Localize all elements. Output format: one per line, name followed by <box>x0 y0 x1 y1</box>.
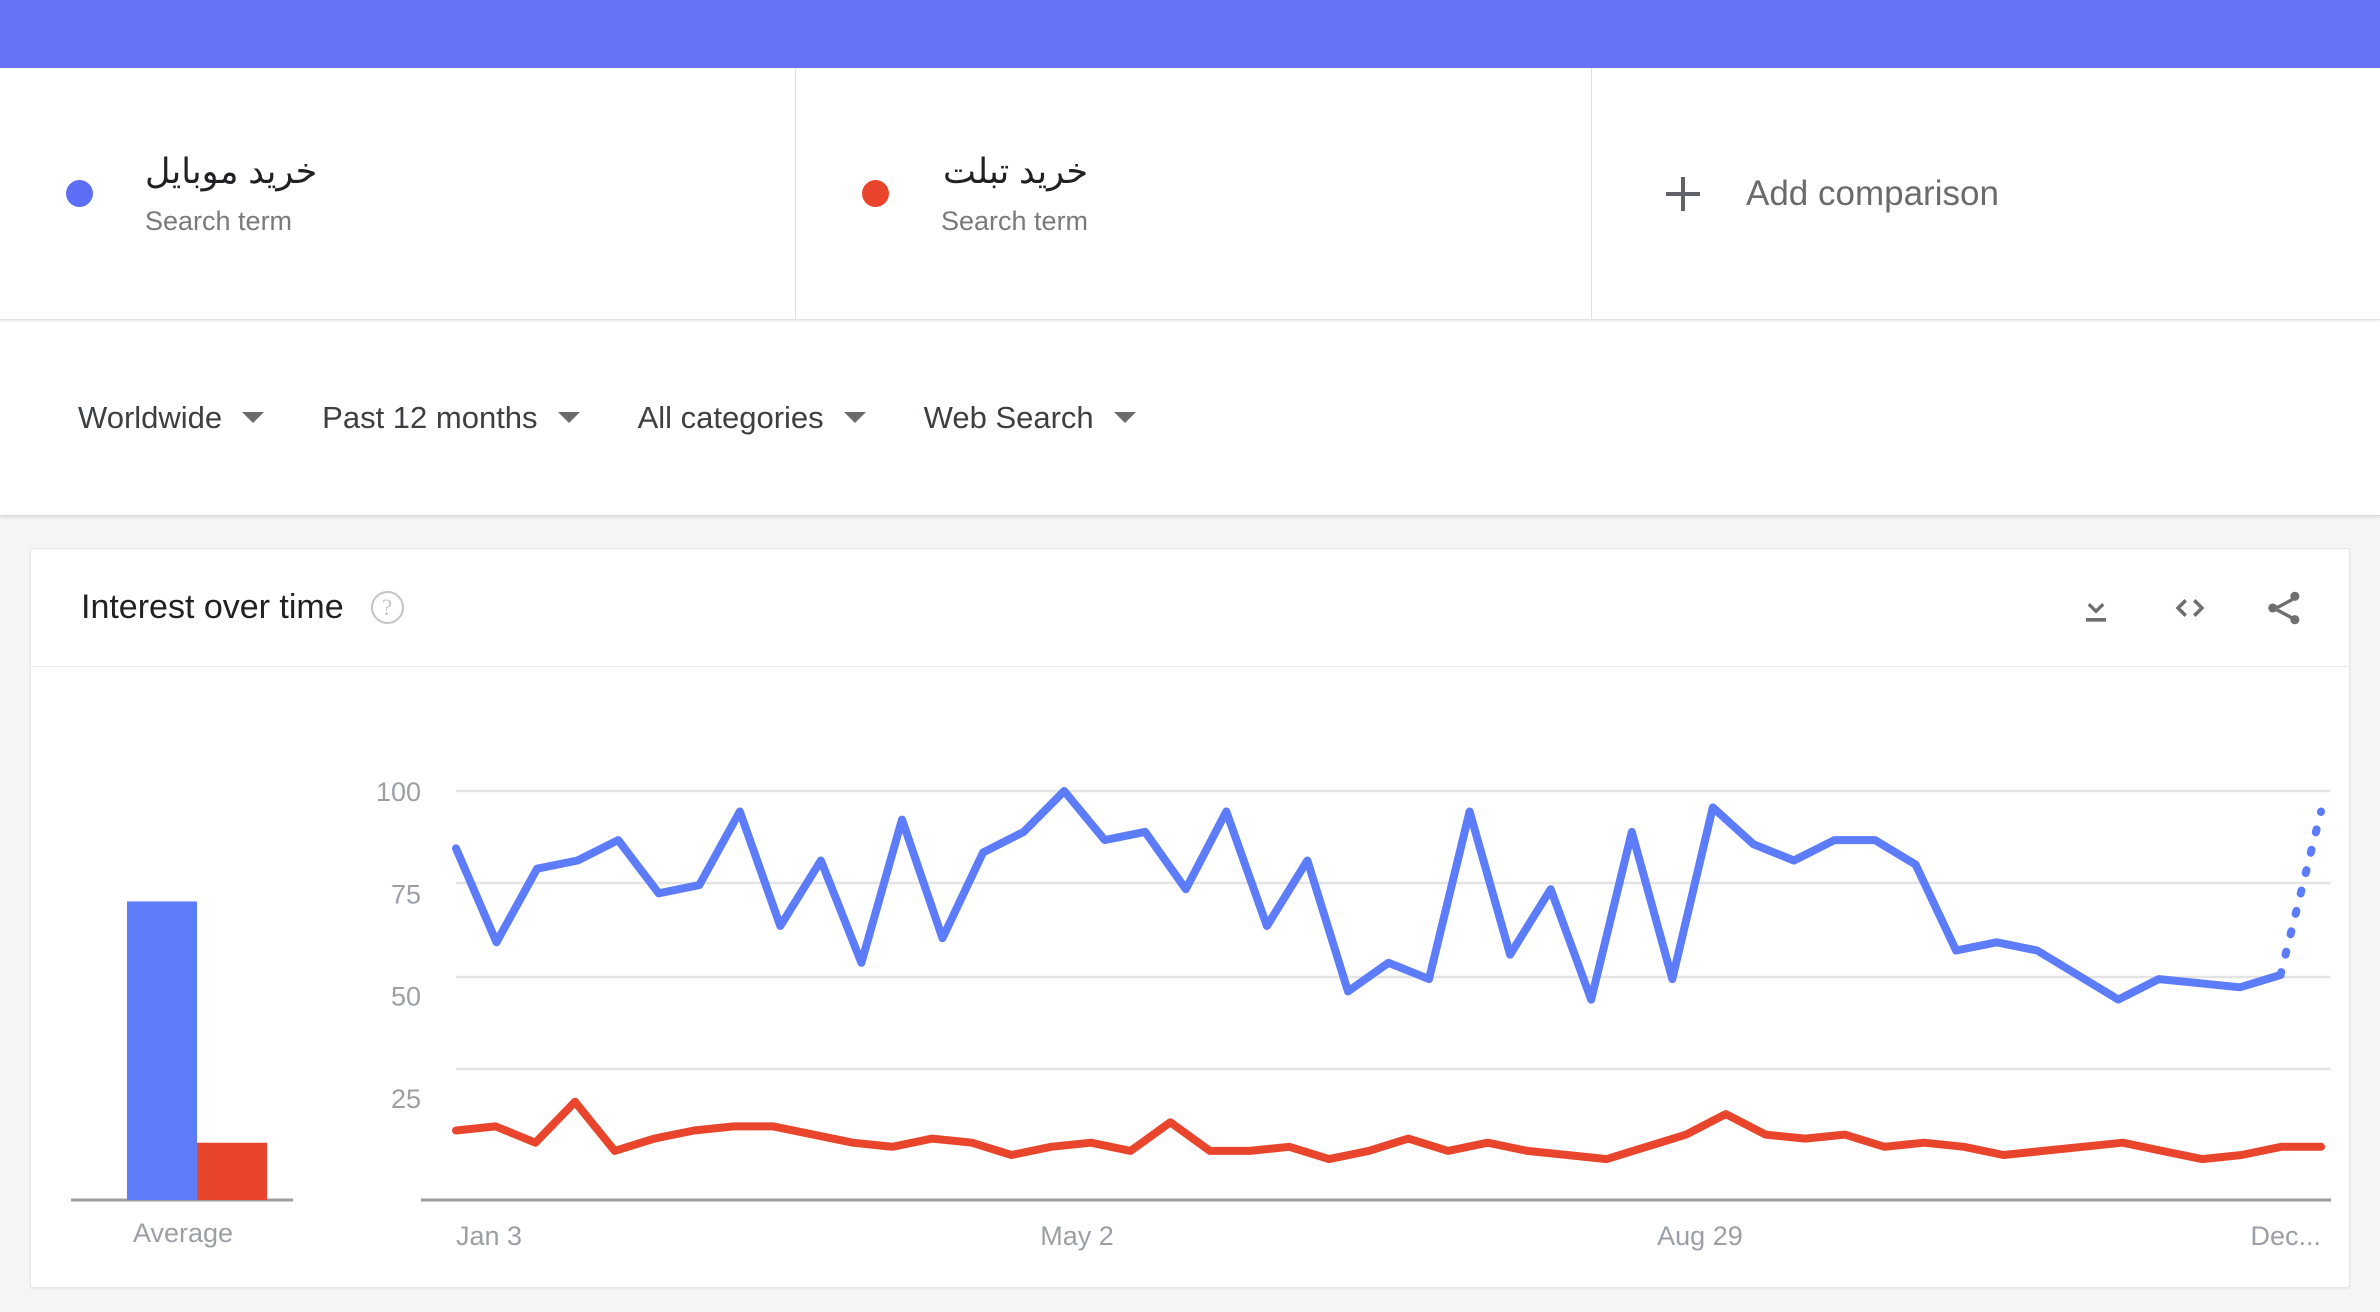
plus-icon <box>1666 176 1700 211</box>
legend-dot-red <box>862 180 889 207</box>
y-tick-label: 50 <box>391 982 421 1012</box>
filter-time-range[interactable]: Past 12 months <box>322 399 580 436</box>
x-axis-ticks: Jan 3 May 2 Aug 29 Dec... <box>456 1221 2321 1251</box>
series-line-blue-partial <box>2276 807 2325 979</box>
x-tick-label: Aug 29 <box>1657 1221 1743 1251</box>
y-tick-label: 100 <box>376 777 421 807</box>
series-line-blue <box>452 787 2285 1004</box>
search-term-card-2[interactable]: خرید تبلت Search term <box>796 68 1592 319</box>
search-term-type-1: Search term <box>145 205 293 236</box>
x-tick-label: Dec... <box>2250 1221 2321 1251</box>
add-comparison-label: Add comparison <box>1746 173 1999 213</box>
filter-search-type-label: Web Search <box>923 399 1094 435</box>
average-bar-red <box>197 1142 267 1200</box>
add-comparison-button[interactable]: Add comparison <box>1592 68 2380 319</box>
legend-dot-blue <box>66 180 93 207</box>
card-header: Interest over time ? <box>31 549 2349 667</box>
top-accent-bar <box>0 0 2380 68</box>
help-icon[interactable]: ? <box>370 591 404 624</box>
page-title: Interest over time <box>81 588 344 626</box>
chart-area[interactable]: Average 100 75 50 25 Jan 3 May 2 Aug 29 Dec... <box>31 667 2349 1287</box>
y-tick-label: 25 <box>391 1084 421 1114</box>
page-body: Interest over time ? Average 100 75 50 2… <box>0 516 2380 1312</box>
chevron-down-icon <box>557 412 580 423</box>
chart-gridlines <box>421 789 2331 1202</box>
filter-category[interactable]: All categories <box>638 400 866 436</box>
chevron-down-icon <box>1113 412 1136 423</box>
x-tick-label: Jan 3 <box>456 1221 522 1251</box>
y-tick-label: 75 <box>391 879 421 909</box>
search-term-label-2: خرید تبلت <box>943 152 1089 192</box>
search-term-label-1: خرید موبایل <box>145 152 318 192</box>
chevron-down-icon <box>843 412 866 423</box>
search-term-card-1[interactable]: خرید موبایل Search term <box>0 68 796 319</box>
average-axis-label: Average <box>133 1218 233 1248</box>
series-line-red <box>452 1097 2325 1164</box>
interest-over-time-chart[interactable]: Average 100 75 50 25 Jan 3 May 2 Aug 29 Dec... <box>31 667 2349 1287</box>
filter-location[interactable]: Worldwide <box>78 399 265 436</box>
share-icon[interactable] <box>2261 585 2307 631</box>
y-axis-ticks: 100 75 50 25 <box>376 777 421 1114</box>
average-bar-chart: Average <box>71 901 293 1248</box>
filter-category-label: All categories <box>637 399 824 435</box>
chevron-down-icon <box>242 412 265 423</box>
average-bar-blue <box>127 901 197 1200</box>
filter-bar: Worldwide Past 12 months All categories … <box>0 320 2380 516</box>
embed-code-icon[interactable] <box>2167 585 2213 631</box>
download-icon[interactable] <box>2073 585 2119 631</box>
search-terms-row: خرید موبایل Search term خرید تبلت Search… <box>0 68 2380 320</box>
filter-search-type[interactable]: Web Search <box>924 400 1136 436</box>
filter-location-label: Worldwide <box>78 399 223 435</box>
interest-over-time-card: Interest over time ? Average 100 75 50 2… <box>30 548 2350 1288</box>
search-term-type-2: Search term <box>941 205 1089 236</box>
filter-time-range-label: Past 12 months <box>322 399 538 435</box>
x-tick-label: May 2 <box>1040 1221 1114 1251</box>
